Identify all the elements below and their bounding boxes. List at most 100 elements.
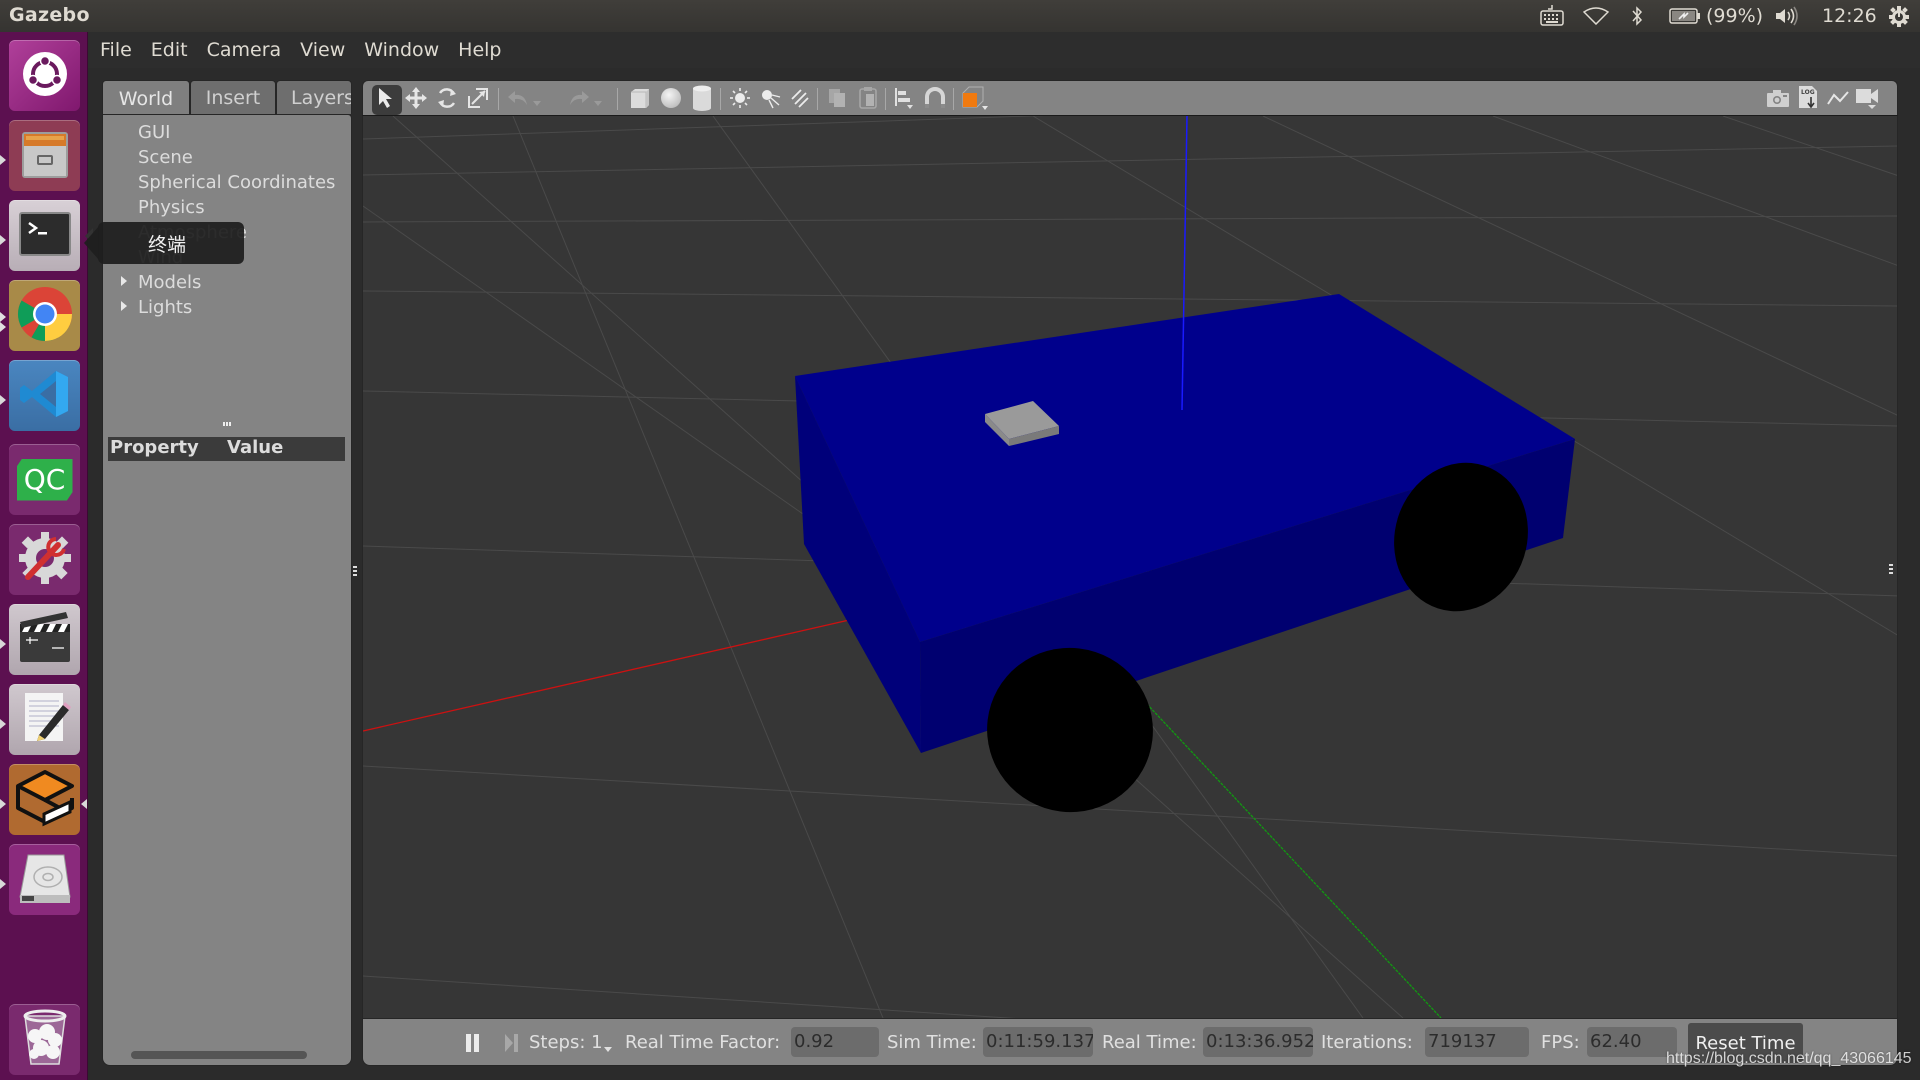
robot-model[interactable]	[363, 116, 1575, 834]
watermark: https://blog.csdn.net/qq_43066145	[1666, 1050, 1912, 1067]
view-angle-button[interactable]	[960, 86, 990, 113]
cylinder-shape-button[interactable]	[689, 85, 715, 115]
copy-button[interactable]	[824, 87, 850, 113]
pause-button[interactable]	[466, 1034, 480, 1056]
volume-icon[interactable]	[1774, 0, 1800, 32]
log-data-button[interactable]: LOG	[1795, 86, 1821, 113]
active-window-indicator	[81, 799, 87, 809]
splitter-grip-icon[interactable]	[223, 422, 231, 426]
menubar: File Edit Camera View Window Help	[88, 32, 1920, 68]
expand-arrow-icon[interactable]	[121, 276, 127, 286]
expand-arrow-icon[interactable]	[121, 301, 127, 311]
screenshot-button[interactable]	[1765, 87, 1791, 113]
grid-line	[363, 145, 1897, 176]
dropdown-arrow-icon	[533, 91, 541, 110]
cylinder-icon	[692, 85, 712, 115]
rotate-mode-button[interactable]	[434, 87, 460, 113]
svg-text:LOG: LOG	[1801, 89, 1815, 96]
clock[interactable]: 12:26	[1822, 0, 1877, 32]
launcher-qtcreator[interactable]: QC	[9, 444, 80, 515]
steps-selector[interactable]: Steps: 1	[529, 1032, 603, 1053]
running-indicator	[0, 879, 6, 889]
3d-viewport[interactable]	[362, 116, 1898, 1018]
step-button[interactable]	[505, 1034, 519, 1056]
launcher-disk[interactable]	[9, 844, 80, 915]
launcher-video-editor[interactable]	[9, 604, 80, 675]
rotate-icon	[435, 86, 459, 114]
value-column-header[interactable]: Value	[227, 437, 283, 458]
iterations-value: 719137	[1425, 1027, 1529, 1057]
tree-item-lights[interactable]: Lights	[138, 297, 192, 318]
launcher-system-settings[interactable]	[9, 524, 80, 595]
tab-world[interactable]: World	[102, 80, 190, 116]
plot-button[interactable]	[1825, 87, 1851, 113]
menu-view[interactable]: View	[300, 39, 345, 61]
panel-splitter[interactable]	[352, 80, 362, 1066]
running-indicator	[0, 395, 6, 405]
power-gear-icon[interactable]	[1887, 0, 1911, 32]
tree-item-spherical-coordinates[interactable]: Spherical Coordinates	[138, 172, 335, 193]
pause-icon	[466, 1034, 480, 1056]
menu-camera[interactable]: Camera	[207, 39, 282, 61]
render-panel: LOG Steps: 1 Real Time Factor: 0.92 Sim …	[362, 80, 1898, 1066]
menu-file[interactable]: File	[100, 39, 132, 61]
scale-mode-button[interactable]	[465, 87, 491, 113]
property-table-header: Property Value	[108, 437, 345, 461]
property-column-header[interactable]: Property	[110, 437, 199, 458]
launcher-trash[interactable]	[9, 1004, 80, 1075]
box-shape-button[interactable]	[627, 87, 653, 113]
sim-time-label: Sim Time:	[887, 1032, 977, 1053]
menu-edit[interactable]: Edit	[151, 39, 188, 61]
launcher-files[interactable]	[9, 120, 80, 191]
gazebo-icon	[14, 768, 76, 832]
undo-button[interactable]	[505, 87, 531, 113]
launcher-chrome[interactable]	[9, 280, 80, 351]
menu-help[interactable]: Help	[458, 39, 501, 61]
dropdown-arrow-icon	[594, 91, 602, 110]
launcher-text-editor[interactable]	[9, 684, 80, 755]
tree-item-models[interactable]: Models	[138, 272, 201, 293]
vscode-icon	[18, 367, 72, 425]
splitter-handle-icon[interactable]	[353, 566, 357, 576]
horizontal-scrollbar[interactable]	[131, 1051, 307, 1059]
rtf-value: 0.92	[791, 1027, 879, 1057]
point-light-button[interactable]	[727, 87, 753, 113]
snap-button[interactable]	[922, 87, 948, 113]
grid-line	[363, 975, 1016, 1018]
scene-canvas[interactable]	[363, 116, 1898, 1018]
tree-item-physics[interactable]: Physics	[138, 197, 205, 218]
redo-history-button[interactable]	[591, 87, 605, 113]
x-axis-line	[363, 609, 894, 732]
magnet-icon	[924, 87, 946, 113]
steps-dropdown-arrow-icon[interactable]	[604, 1047, 612, 1052]
keyboard-icon[interactable]	[1540, 0, 1564, 32]
redo-button[interactable]	[566, 87, 592, 113]
top-panel: Gazebo (99%) 12:26	[0, 0, 1920, 32]
sphere-shape-button[interactable]	[658, 87, 684, 113]
tree-item-scene[interactable]: Scene	[138, 147, 193, 168]
right-panel-handle-icon[interactable]	[1889, 564, 1893, 574]
camera-icon	[1766, 88, 1790, 112]
tab-insert[interactable]: Insert	[190, 80, 276, 114]
select-mode-button[interactable]	[372, 85, 402, 115]
undo-history-button[interactable]	[530, 87, 544, 113]
settings-wrench-icon	[16, 529, 74, 591]
wifi-icon[interactable]	[1583, 0, 1609, 32]
battery-charging-icon[interactable]	[1669, 0, 1701, 32]
translate-mode-button[interactable]	[403, 87, 429, 113]
launcher-terminal[interactable]	[9, 200, 80, 271]
tree-item-gui[interactable]: GUI	[138, 122, 170, 143]
spot-light-button[interactable]	[757, 87, 783, 113]
launcher-ubuntu-dash[interactable]	[9, 40, 80, 111]
tab-layers[interactable]: Layers	[276, 80, 352, 114]
launcher-vscode[interactable]	[9, 360, 80, 431]
paste-button[interactable]	[855, 87, 881, 113]
menu-window[interactable]: Window	[364, 39, 439, 61]
grid-line	[363, 205, 864, 557]
record-video-button[interactable]	[1855, 87, 1881, 113]
align-button[interactable]	[891, 87, 917, 113]
launcher-gazebo[interactable]	[9, 764, 80, 835]
running-indicator	[0, 155, 6, 165]
directional-light-button[interactable]	[787, 87, 813, 113]
bluetooth-icon[interactable]	[1631, 0, 1643, 32]
